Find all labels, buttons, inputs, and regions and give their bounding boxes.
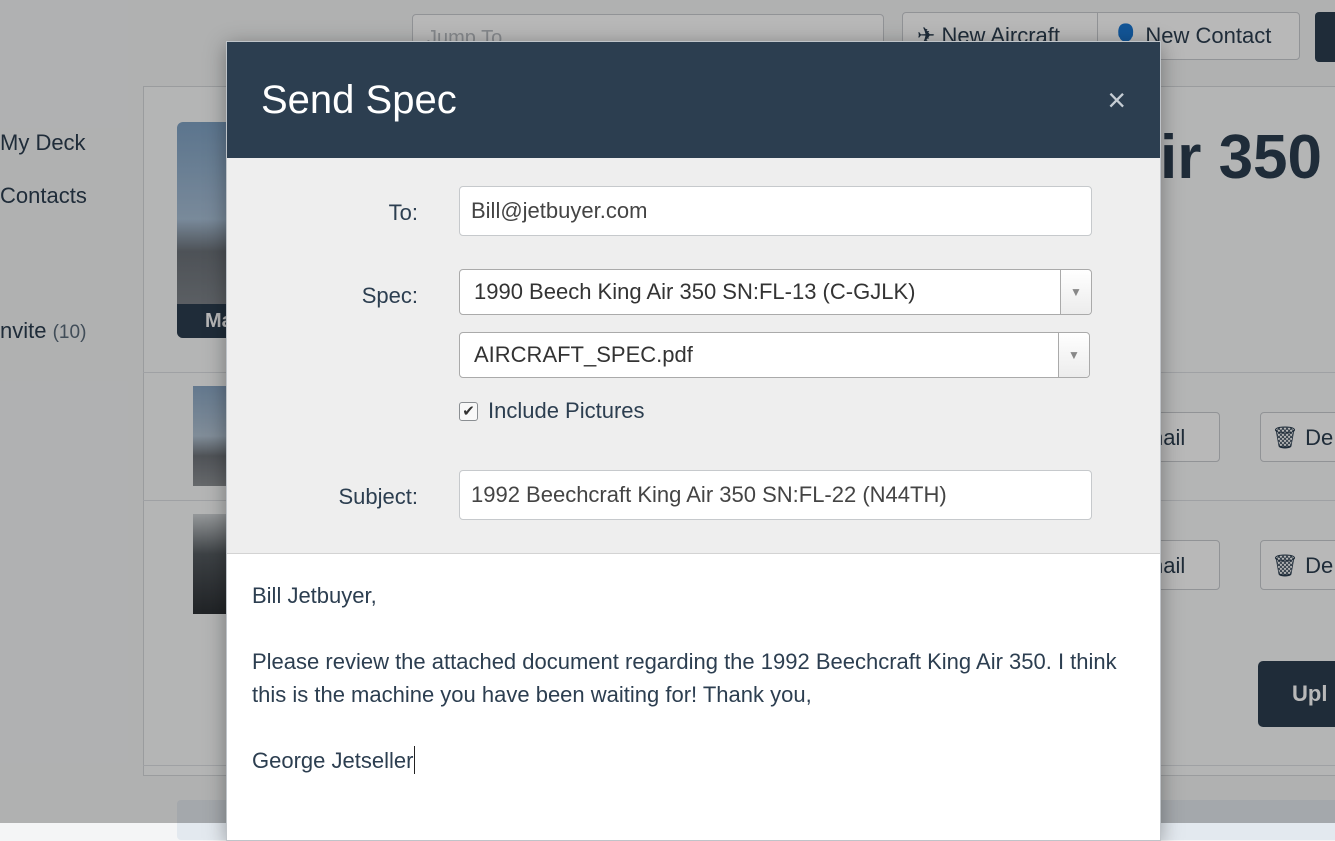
message-body-editor[interactable]: Bill Jetbuyer, Please review the attache… [252, 579, 1147, 777]
spec-select[interactable]: 1990 Beech King Air 350 SN:FL-13 (C-GJLK… [459, 269, 1092, 315]
chevron-down-icon[interactable]: ▼ [1060, 270, 1091, 314]
message-signature: George Jetseller [252, 748, 414, 773]
send-spec-form: To: Spec: 1990 Beech King Air 350 SN:FL-… [227, 158, 1160, 554]
spec-file-select[interactable]: AIRCRAFT_SPEC.pdf ▼ [459, 332, 1090, 378]
close-icon[interactable]: × [1107, 84, 1126, 116]
message-text: Please review the attached document rega… [252, 649, 1117, 707]
to-email-field[interactable] [459, 186, 1092, 236]
spec-file-select-value: AIRCRAFT_SPEC.pdf [474, 342, 693, 367]
chevron-down-icon[interactable]: ▼ [1058, 333, 1089, 377]
include-pictures-checkbox[interactable]: ✔ [459, 401, 478, 421]
modal-header: Send Spec × [227, 42, 1160, 158]
subject-label: Subject: [338, 484, 419, 509]
include-pictures-option[interactable]: ✔ Include Pictures [459, 398, 645, 424]
message-greeting: Bill Jetbuyer, [252, 583, 377, 608]
text-cursor [414, 746, 416, 774]
include-pictures-label: Include Pictures [488, 398, 645, 423]
spec-select-value: 1990 Beech King Air 350 SN:FL-13 (C-GJLK… [474, 279, 916, 304]
modal-title: Send Spec [261, 78, 457, 122]
to-label: To: [388, 200, 418, 225]
subject-field[interactable] [459, 470, 1092, 520]
spec-label: Spec: [361, 283, 418, 308]
